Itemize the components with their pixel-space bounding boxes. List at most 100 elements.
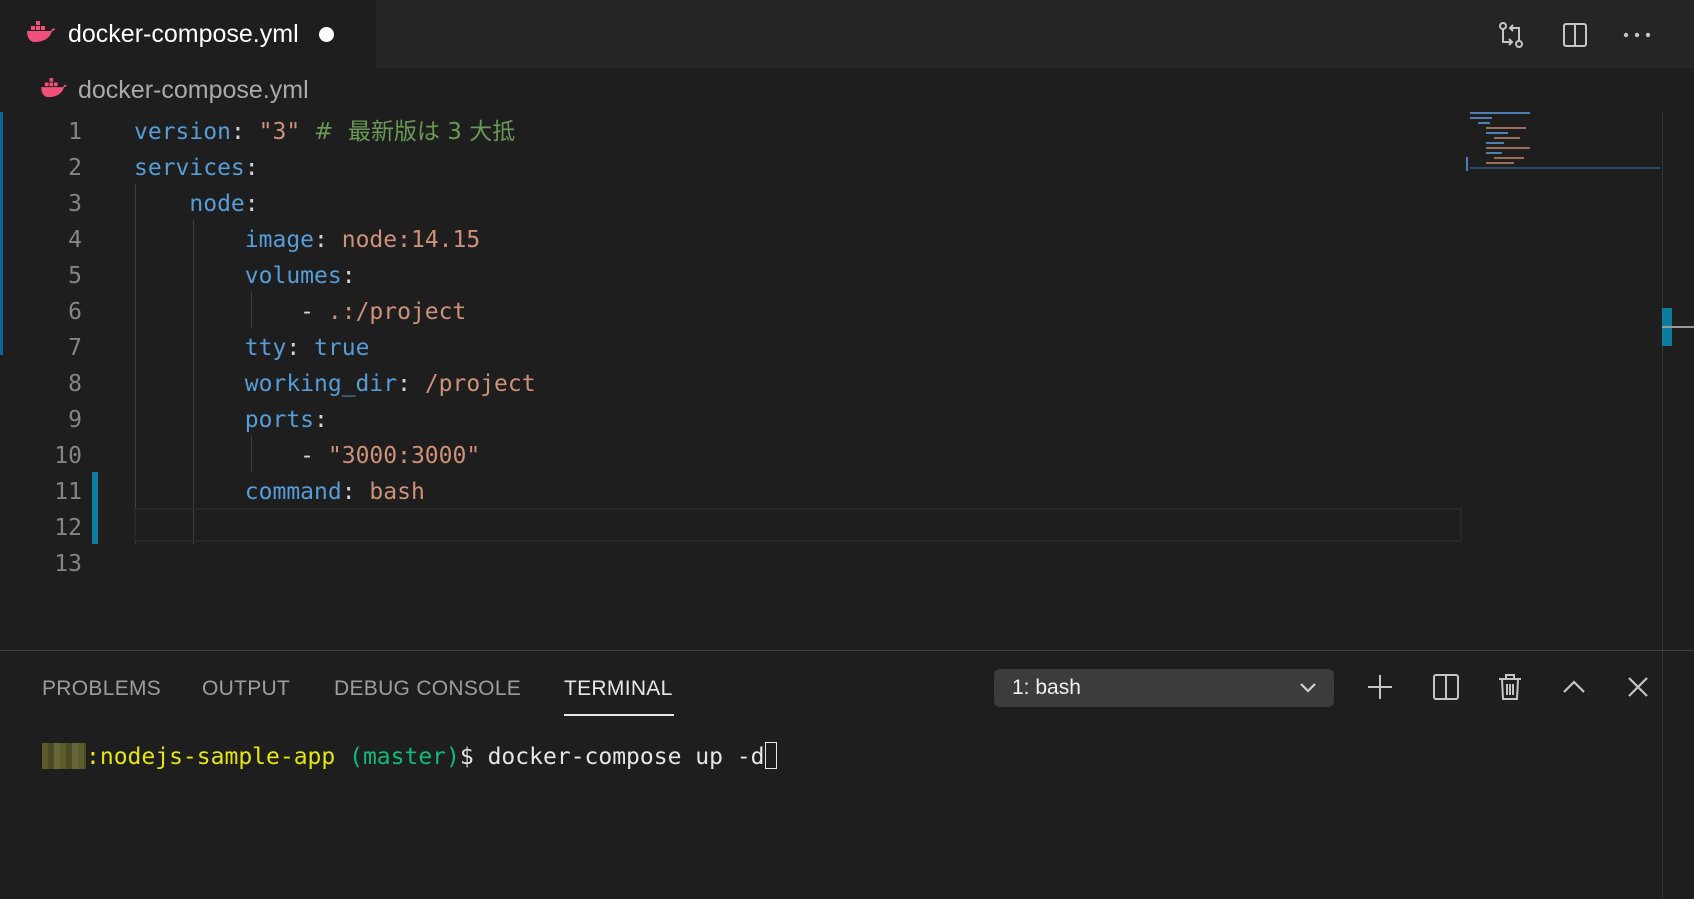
- docker-whale-icon: [40, 77, 68, 103]
- indent-guide: [193, 220, 194, 544]
- code-token: .:/project: [327, 299, 467, 325]
- more-actions-icon[interactable]: [1620, 18, 1654, 52]
- modified-lines-indicator[interactable]: [92, 472, 98, 544]
- chevron-down-icon: [1298, 679, 1318, 700]
- line-number: 6: [68, 299, 82, 325]
- tab-debug-console[interactable]: DEBUG CONSOLE: [334, 677, 521, 701]
- code-token: true: [314, 335, 370, 361]
- line-number: 9: [68, 407, 82, 433]
- code-token: node: [189, 191, 245, 217]
- code-line[interactable]: tty: true: [134, 330, 370, 366]
- line-number: 11: [54, 479, 82, 505]
- line-number: 4: [68, 227, 82, 253]
- indent-guide: [135, 184, 136, 544]
- terminal-select-value: 1: bash: [1012, 676, 1081, 699]
- code-line[interactable]: volumes:: [134, 258, 356, 294]
- breadcrumb: docker-compose.yml: [0, 68, 1694, 112]
- close-panel-icon[interactable]: [1622, 671, 1654, 703]
- line-number: 2: [68, 155, 82, 181]
- code-token: services: [134, 155, 245, 181]
- maximize-panel-chevron-up-icon[interactable]: [1558, 671, 1590, 703]
- editor-tab-docker-compose[interactable]: docker-compose.yml: [0, 0, 376, 68]
- code-token: :: [341, 479, 370, 505]
- code-token: :: [286, 335, 315, 361]
- tab-terminal[interactable]: TERMINAL: [564, 677, 673, 701]
- code-token: "3000:3000": [327, 443, 481, 469]
- minimap[interactable]: [1466, 112, 1662, 650]
- scrollbar-cursor-marker: [1662, 326, 1694, 328]
- unsaved-changes-dot[interactable]: [318, 26, 334, 42]
- code-token: :: [230, 119, 259, 145]
- code-line[interactable]: services:: [134, 150, 259, 186]
- code-token: :: [314, 227, 342, 253]
- split-editor-icon[interactable]: [1558, 18, 1592, 52]
- code-token: :: [244, 191, 259, 217]
- code-line[interactable]: - .:/project: [134, 294, 466, 330]
- terminal-cursor: [764, 742, 777, 769]
- tab-label: docker-compose.yml: [68, 19, 299, 48]
- trash-icon[interactable]: [1494, 671, 1526, 703]
- line-number: 10: [54, 443, 82, 469]
- code-line[interactable]: node:: [134, 186, 259, 222]
- tab-output[interactable]: OUTPUT: [202, 677, 290, 701]
- code-token: :: [397, 371, 425, 397]
- tab-problems[interactable]: PROBLEMS: [42, 677, 161, 701]
- indent-guide: [251, 436, 252, 472]
- left-edge-accent: [0, 112, 3, 355]
- active-tab-underline: [564, 714, 674, 716]
- code-token: :: [341, 263, 356, 289]
- docker-whale-icon: [26, 20, 56, 48]
- line-number: 7: [68, 335, 82, 361]
- vertical-scrollbar-track[interactable]: [1662, 112, 1663, 650]
- code-line[interactable]: version: "3" # 最新版は 3 大抵: [134, 114, 515, 150]
- code-line[interactable]: command: bash: [134, 474, 425, 510]
- redacted-username: [42, 743, 86, 769]
- code-token: # 最新版は 3 大抵: [314, 119, 516, 145]
- terminal-select-dropdown[interactable]: 1: bash: [994, 669, 1334, 707]
- panel-right-edge: [1662, 651, 1663, 899]
- code-token: image: [244, 227, 315, 253]
- prompt-symbol: $: [459, 744, 488, 770]
- line-number: 5: [68, 263, 82, 289]
- terminal-command: docker-compose up -d: [487, 744, 765, 770]
- code-token: version: [134, 119, 231, 145]
- prompt-branch: (master): [335, 744, 460, 770]
- code-token: working_dir: [244, 371, 398, 397]
- code-line[interactable]: - "3000:3000": [134, 438, 480, 474]
- code-token: tty: [244, 335, 287, 361]
- prompt-path: :nodejs-sample-app: [86, 744, 336, 770]
- editor-tab-bar: docker-compose.yml: [0, 0, 1694, 68]
- code-token: :: [244, 155, 259, 181]
- code-token: ports: [244, 407, 315, 433]
- code-line[interactable]: image: node:14.15: [134, 222, 480, 258]
- new-terminal-icon[interactable]: [1364, 671, 1396, 703]
- bottom-panel: PROBLEMS OUTPUT DEBUG CONSOLE TERMINAL 1…: [0, 650, 1694, 899]
- code-token: -: [134, 299, 328, 325]
- line-number: 3: [68, 191, 82, 217]
- code-line[interactable]: ports:: [134, 402, 328, 438]
- line-number: 12: [54, 515, 82, 541]
- code-token: node:14.15: [341, 227, 481, 253]
- code-line[interactable]: working_dir: /project: [134, 366, 536, 402]
- terminal-prompt-line[interactable]: :nodejs-sample-app (master)$ docker-comp…: [42, 737, 777, 777]
- line-number: 8: [68, 371, 82, 397]
- code-token: command: [244, 479, 342, 505]
- code-editor[interactable]: 1 2 3 4 5 6 7 8 9 10 11 12 13 version: "3" # 最新版は 3 …: [0, 112, 1694, 650]
- current-line-highlight: [134, 508, 1462, 542]
- code-token: volumes: [244, 263, 342, 289]
- open-changes-icon[interactable]: [1494, 18, 1528, 52]
- breadcrumb-file[interactable]: docker-compose.yml: [78, 76, 309, 105]
- indent-guide: [251, 292, 252, 328]
- code-token: bash: [369, 479, 425, 505]
- line-number: 1: [68, 119, 82, 145]
- code-token: -: [134, 443, 328, 469]
- split-terminal-icon[interactable]: [1430, 671, 1462, 703]
